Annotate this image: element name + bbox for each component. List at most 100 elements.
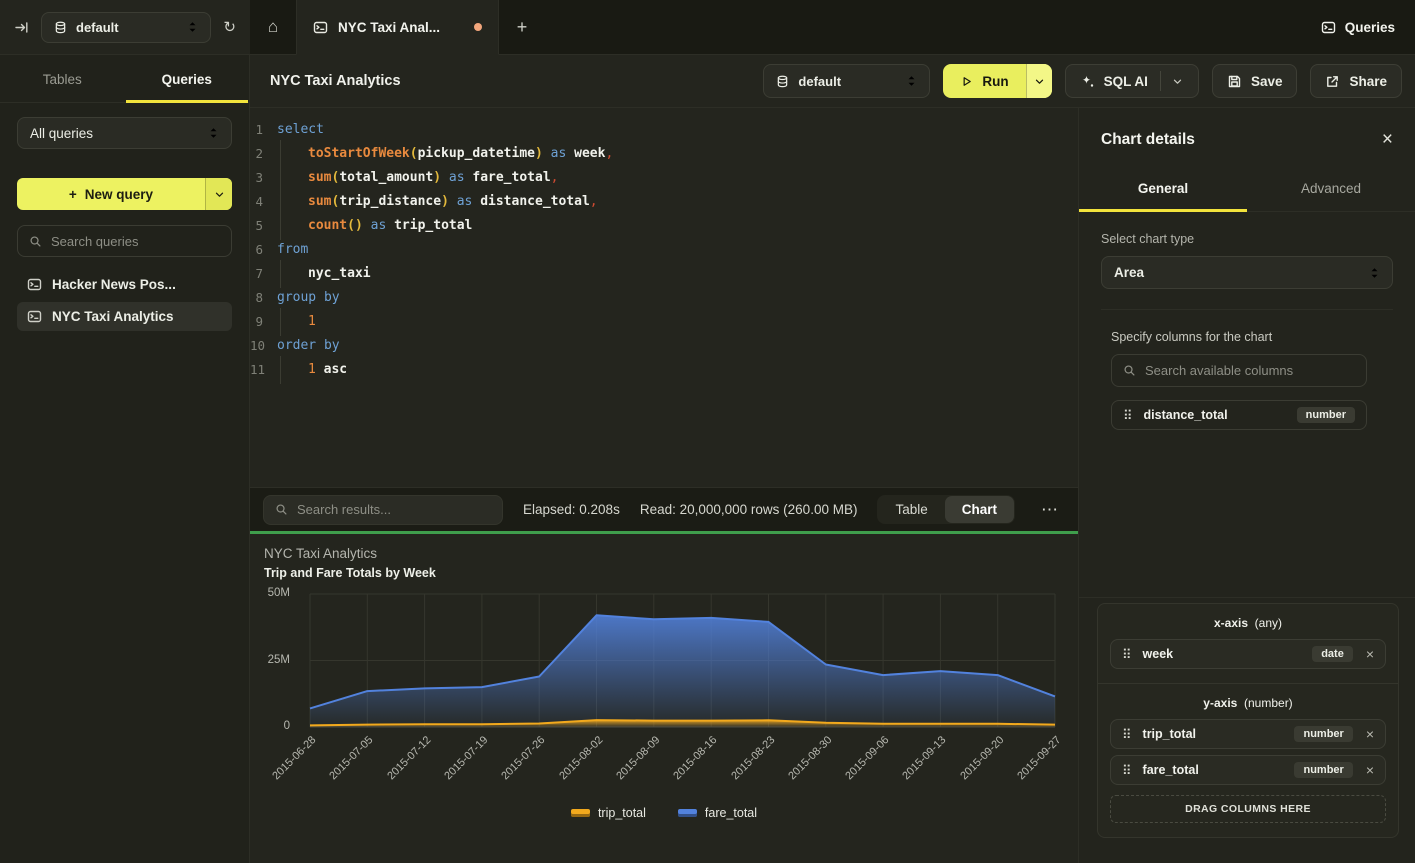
- code-line[interactable]: 3sum(total_amount) as fare_total,: [250, 166, 1078, 190]
- share-button[interactable]: Share: [1310, 64, 1402, 98]
- sql-editor[interactable]: 1select2toStartOfWeek(pickup_datetime) a…: [250, 108, 1078, 487]
- remove-column-icon[interactable]: ×: [1366, 647, 1374, 661]
- queries-button[interactable]: Queries: [1321, 0, 1395, 54]
- query-list-item-nyc-taxi[interactable]: NYC Taxi Analytics: [17, 302, 232, 331]
- play-icon: [960, 75, 973, 88]
- table-view-button[interactable]: Table: [878, 496, 944, 523]
- code-line[interactable]: 1select: [250, 118, 1078, 142]
- line-number: 2: [250, 142, 277, 166]
- area-chart-plot[interactable]: [310, 594, 1055, 727]
- y-axis-column-trip-total[interactable]: ⠿ trip_total number ×: [1110, 719, 1386, 749]
- line-number: 7: [250, 262, 277, 286]
- run-dropdown[interactable]: [1026, 64, 1052, 98]
- collapse-sidebar-button[interactable]: [14, 20, 29, 35]
- code-line[interactable]: 6from: [250, 238, 1078, 262]
- terminal-icon: [1321, 20, 1336, 35]
- tab-tables[interactable]: Tables: [0, 55, 125, 102]
- y-axis-header: y-axis (number): [1110, 696, 1386, 710]
- sidebar: Tables Queries All queries +New query Ha…: [0, 55, 250, 863]
- close-icon[interactable]: ×: [1382, 130, 1393, 149]
- terminal-icon: [313, 20, 328, 35]
- tab-nyc-taxi-analytics[interactable]: NYC Taxi Anal...: [296, 0, 499, 55]
- tab-queries[interactable]: Queries: [125, 55, 250, 102]
- x-axis-label: 2015-08-02: [557, 734, 605, 782]
- code-line[interactable]: 10order by: [250, 334, 1078, 358]
- new-tab-button[interactable]: +: [499, 0, 545, 54]
- all-queries-select[interactable]: All queries: [17, 117, 232, 149]
- chart-type-select[interactable]: Area: [1101, 256, 1393, 289]
- code-text: select: [277, 118, 324, 142]
- save-button[interactable]: Save: [1212, 64, 1298, 98]
- code-line[interactable]: 7nyc_taxi: [250, 262, 1078, 286]
- sql-ai-dropdown[interactable]: [1160, 71, 1184, 91]
- tab-advanced[interactable]: Advanced: [1247, 167, 1415, 211]
- available-column-distance-total[interactable]: ⠿ distance_total number: [1111, 400, 1367, 430]
- code-line[interactable]: 8group by: [250, 286, 1078, 310]
- search-columns-box[interactable]: [1111, 354, 1367, 387]
- column-type-badge: number: [1297, 407, 1355, 423]
- tab-general[interactable]: General: [1079, 167, 1247, 211]
- x-axis-column-week[interactable]: ⠿ week date ×: [1110, 639, 1386, 669]
- new-query-button[interactable]: +New query: [17, 178, 232, 210]
- y-axis-column-fare-total[interactable]: ⠿ fare_total number ×: [1110, 755, 1386, 785]
- chart-type-label: Select chart type: [1101, 232, 1393, 246]
- chart-type-section: Select chart type Area: [1079, 212, 1415, 310]
- code-line[interactable]: 5count() as trip_total: [250, 214, 1078, 238]
- remove-column-icon[interactable]: ×: [1366, 763, 1374, 777]
- code-line[interactable]: 2toStartOfWeek(pickup_datetime) as week,: [250, 142, 1078, 166]
- drag-handle-icon[interactable]: ⠿: [1122, 728, 1132, 741]
- code-text: count() as trip_total: [277, 214, 472, 238]
- run-button-main[interactable]: Run: [943, 64, 1025, 98]
- home-tab-button[interactable]: ⌂: [250, 0, 296, 54]
- column-name: distance_total: [1144, 408, 1228, 422]
- more-options-button[interactable]: ⋯: [1035, 500, 1065, 520]
- database-selector-top[interactable]: default: [41, 12, 211, 43]
- code-text: order by: [277, 334, 340, 358]
- remove-column-icon[interactable]: ×: [1366, 727, 1374, 741]
- search-results-input[interactable]: [297, 502, 491, 517]
- code-text: toStartOfWeek(pickup_datetime) as week,: [277, 142, 613, 166]
- search-queries-input[interactable]: [51, 234, 220, 249]
- database-selector-toolbar[interactable]: default: [763, 64, 930, 98]
- tab-strip: ⌂ NYC Taxi Anal... + Queries: [250, 0, 1415, 55]
- legend-item-fare_total[interactable]: fare_total: [678, 806, 757, 820]
- code-line[interactable]: 91: [250, 310, 1078, 334]
- new-query-dropdown[interactable]: [205, 178, 232, 210]
- code-line[interactable]: 4sum(trip_distance) as distance_total,: [250, 190, 1078, 214]
- legend-swatch: [678, 809, 697, 817]
- drag-handle-icon[interactable]: ⠿: [1122, 648, 1132, 661]
- x-axis-label: 2015-08-23: [729, 734, 777, 782]
- code-line[interactable]: 111 asc: [250, 358, 1078, 382]
- sidebar-tabs: Tables Queries: [0, 55, 249, 103]
- drag-handle-icon[interactable]: ⠿: [1123, 409, 1133, 422]
- plus-icon: +: [69, 187, 77, 202]
- chevron-up-down-icon: [208, 126, 219, 140]
- run-label: Run: [982, 74, 1008, 89]
- query-item-label: NYC Taxi Analytics: [52, 309, 174, 324]
- line-number: 10: [250, 334, 277, 358]
- drag-handle-icon[interactable]: ⠿: [1122, 764, 1132, 777]
- search-results-box[interactable]: [263, 495, 503, 525]
- column-type-badge: number: [1294, 726, 1352, 742]
- sql-ai-button[interactable]: SQL AI: [1065, 64, 1199, 98]
- drop-zone[interactable]: DRAG COLUMNS HERE: [1110, 795, 1386, 823]
- query-list-item-hacker-news[interactable]: Hacker News Pos...: [17, 270, 232, 299]
- divider: [1079, 597, 1415, 598]
- legend-item-trip_total[interactable]: trip_total: [571, 806, 646, 820]
- search-queries-box[interactable]: [17, 225, 232, 257]
- sql-ai-label: SQL AI: [1104, 74, 1148, 89]
- page-title: NYC Taxi Analytics: [270, 73, 401, 89]
- x-axis-label: 2015-09-13: [901, 734, 949, 782]
- x-axis-label: 2015-09-06: [843, 734, 891, 782]
- chart-title: NYC Taxi Analytics: [264, 546, 377, 561]
- search-columns-input[interactable]: [1145, 363, 1355, 378]
- new-query-main[interactable]: +New query: [17, 178, 205, 210]
- run-button[interactable]: Run: [943, 64, 1051, 98]
- chart-view-button[interactable]: Chart: [945, 496, 1014, 523]
- line-number: 9: [250, 310, 277, 334]
- search-icon: [275, 503, 288, 516]
- refresh-button[interactable]: ↻: [223, 18, 236, 36]
- code-text: sum(trip_distance) as distance_total,: [277, 190, 598, 214]
- chart-subtitle: Trip and Fare Totals by Week: [264, 566, 436, 580]
- query-list: Hacker News Pos... NYC Taxi Analytics: [17, 270, 232, 331]
